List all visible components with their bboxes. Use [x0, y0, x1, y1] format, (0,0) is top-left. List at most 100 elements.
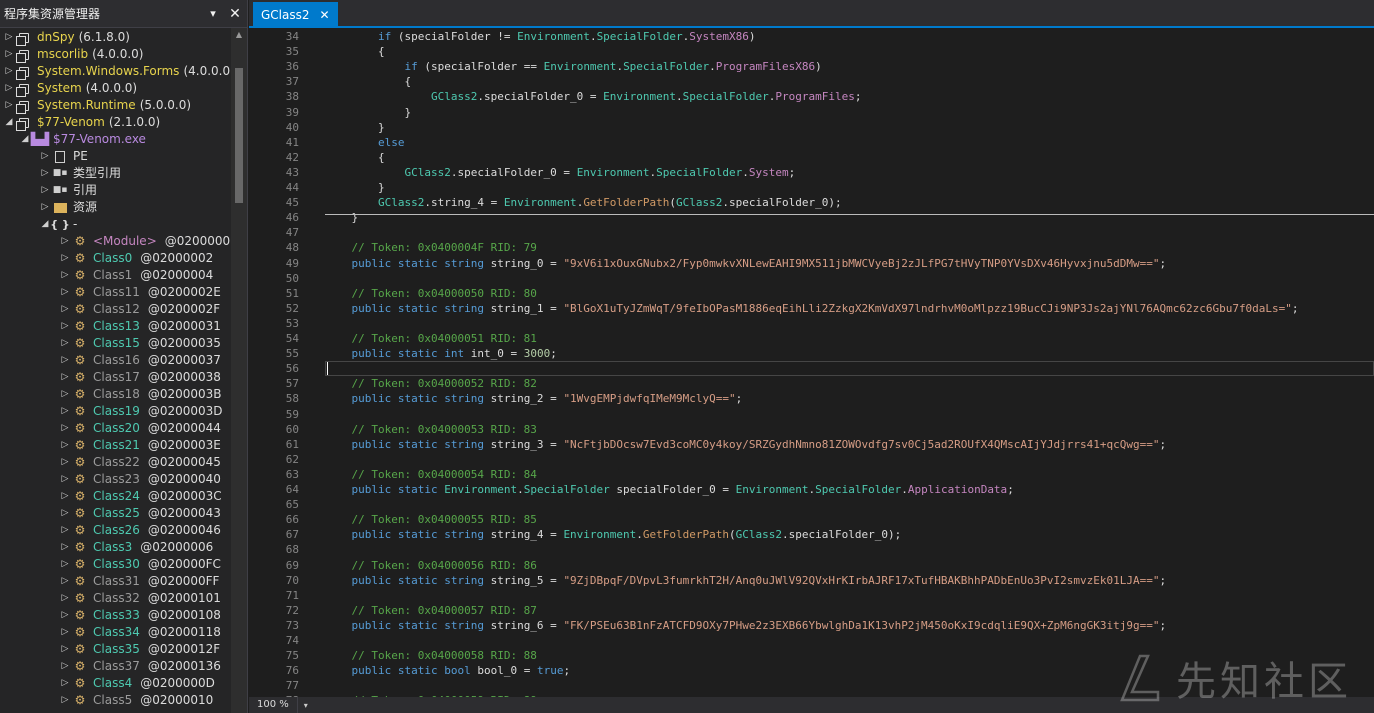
tree-item-class[interactable]: ▷ ⚙ Class35 @0200012F	[60, 641, 221, 658]
tree-item-class[interactable]: ▷ ⚙ Class33 @02000108	[60, 607, 221, 624]
tree-item-class[interactable]: ▷ ⚙ Class17 @02000038	[60, 369, 221, 386]
tree-item-class[interactable]: ▷ ⚙ Class31 @020000FF	[60, 573, 220, 590]
collapsed-arrow-icon[interactable]: ▷	[60, 471, 70, 488]
tree-item-module[interactable]: ◢ ▙▟ $77-Venom.exe	[20, 131, 150, 148]
collapsed-arrow-icon[interactable]: ▷	[4, 46, 14, 63]
collapsed-arrow-icon[interactable]: ▷	[60, 250, 70, 267]
tree-item-class[interactable]: ▷ ⚙ Class20 @02000044	[60, 420, 221, 437]
collapsed-arrow-icon[interactable]: ▷	[40, 182, 50, 199]
collapsed-arrow-icon[interactable]: ▷	[60, 335, 70, 352]
tree-item-detail: @02000031	[147, 319, 221, 333]
tree-item-module-child[interactable]: ▷ ■▪ 类型引用	[40, 165, 125, 182]
collapsed-arrow-icon[interactable]: ▷	[60, 641, 70, 658]
tree-item-module-child[interactable]: ▷ 资源	[40, 199, 101, 216]
collapsed-arrow-icon[interactable]: ▷	[60, 692, 70, 709]
collapsed-arrow-icon[interactable]: ▷	[60, 573, 70, 590]
tab-gclass2[interactable]: GClass2 ✕	[253, 2, 338, 28]
collapsed-arrow-icon[interactable]: ▷	[4, 97, 14, 114]
tree-item-assembly[interactable]: ▷ System (4.0.0.0)	[4, 80, 137, 97]
collapsed-arrow-icon[interactable]: ▷	[60, 267, 70, 284]
tree-item-class[interactable]: ▷ ⚙ Class26 @02000046	[60, 522, 221, 539]
tree-item-class[interactable]: ▷ ⚙ Class15 @02000035	[60, 335, 221, 352]
tree-item-namespace[interactable]: ◢{ } -	[40, 216, 81, 233]
tree-item-assembly[interactable]: ◢ $77-Venom (2.1.0.0)	[4, 114, 160, 131]
tree-item-class[interactable]: ▷ ⚙ Class34 @02000118	[60, 624, 221, 641]
chevron-down-icon[interactable]: ▾	[205, 6, 221, 22]
tree-item-class[interactable]: ▷ ⚙ Class21 @0200003E	[60, 437, 221, 454]
collapsed-arrow-icon[interactable]: ▷	[40, 199, 50, 216]
collapsed-arrow-icon[interactable]: ▷	[40, 165, 50, 182]
collapsed-arrow-icon[interactable]: ▷	[60, 539, 70, 556]
code-area[interactable]: if (specialFolder != Environment.Special…	[325, 30, 1374, 697]
zoom-dropdown-icon[interactable]: ▾	[304, 701, 308, 710]
expanded-arrow-icon[interactable]: ◢	[20, 131, 30, 148]
collapsed-arrow-icon[interactable]: ▷	[60, 556, 70, 573]
tree-item-class[interactable]: ▷ ⚙ Class16 @02000037	[60, 352, 221, 369]
tree-item-assembly[interactable]: ▷ mscorlib (4.0.0.0)	[4, 46, 143, 63]
tree-item-class[interactable]: ▷ ⚙ Class32 @02000101	[60, 590, 221, 607]
tree-item-class[interactable]: ▷ ⚙ Class25 @02000043	[60, 505, 221, 522]
collapsed-arrow-icon[interactable]: ▷	[60, 420, 70, 437]
collapsed-arrow-icon[interactable]: ▷	[60, 284, 70, 301]
close-tab-icon[interactable]: ✕	[320, 8, 330, 22]
editor-tab-bar: GClass2 ✕	[249, 0, 1374, 28]
collapsed-arrow-icon[interactable]: ▷	[60, 522, 70, 539]
tree-item-detail: @02000118	[147, 625, 221, 639]
tree-item-module-child[interactable]: ▷ ■▪ 引用	[40, 182, 101, 199]
collapsed-arrow-icon[interactable]: ▷	[60, 369, 70, 386]
collapsed-arrow-icon[interactable]: ▷	[40, 148, 50, 165]
tree-item-class[interactable]: ▷ ⚙ Class3 @02000006	[60, 539, 214, 556]
collapsed-arrow-icon[interactable]: ▷	[4, 80, 14, 97]
collapsed-arrow-icon[interactable]: ▷	[60, 352, 70, 369]
collapsed-arrow-icon[interactable]: ▷	[4, 29, 14, 46]
scroll-up-icon[interactable]: ▲	[231, 28, 247, 42]
collapsed-arrow-icon[interactable]: ▷	[60, 403, 70, 420]
tree-item-label: Class35	[93, 642, 140, 656]
close-icon[interactable]: ✕	[227, 6, 243, 22]
tree-item-class[interactable]: ▷ ⚙ Class5 @02000010	[60, 692, 214, 709]
scrollbar-thumb[interactable]	[235, 68, 243, 203]
expanded-arrow-icon[interactable]: ◢	[4, 114, 14, 131]
tree-item-class[interactable]: ▷ ⚙ Class19 @0200003D	[60, 403, 223, 420]
collapsed-arrow-icon[interactable]: ▷	[60, 624, 70, 641]
tree-item-class[interactable]: ▷ ⚙ Class12 @0200002F	[60, 301, 221, 318]
collapsed-arrow-icon[interactable]: ▷	[60, 454, 70, 471]
expanded-arrow-icon[interactable]: ◢	[40, 216, 50, 233]
collapsed-arrow-icon[interactable]: ▷	[60, 233, 70, 250]
tree-item-class[interactable]: ▷ ⚙ Class30 @020000FC	[60, 556, 221, 573]
tree-item-assembly[interactable]: ▷ dnSpy (6.1.8.0)	[4, 29, 130, 46]
collapsed-arrow-icon[interactable]: ▷	[60, 590, 70, 607]
tree-item-class[interactable]: ▷ ⚙ Class4 @0200000D	[60, 675, 215, 692]
code-editor[interactable]: 34 35 36 37 38 39 40 41 42 43 44 45 46 47 48 49 50 51 52 53…	[249, 30, 1374, 697]
tree-item-class[interactable]: ▷ ⚙ Class1 @02000004	[60, 267, 214, 284]
collapsed-arrow-icon[interactable]: ▷	[60, 301, 70, 318]
collapsed-arrow-icon[interactable]: ▷	[60, 607, 70, 624]
tree-item-detail: (6.1.8.0)	[78, 30, 130, 44]
tree-item-class[interactable]: ▷ ⚙ Class13 @02000031	[60, 318, 221, 335]
line-number: 45	[285, 196, 299, 210]
tree-item-class[interactable]: ▷ ⚙ Class24 @0200003C	[60, 488, 222, 505]
tree-item-class[interactable]: ▷ ⚙ Class23 @02000040	[60, 471, 221, 488]
tree-item-module-child[interactable]: ▷ PE	[40, 148, 92, 165]
tree-item-label: 引用	[73, 183, 98, 197]
tree-item-class[interactable]: ▷ ⚙ Class37 @02000136	[60, 658, 221, 675]
collapsed-arrow-icon[interactable]: ▷	[4, 63, 14, 80]
tree-item-assembly[interactable]: ▷ System.Windows.Forms (4.0.0.0)	[4, 63, 232, 80]
tree-item-assembly[interactable]: ▷ System.Runtime (5.0.0.0)	[4, 97, 191, 114]
vertical-scrollbar[interactable]: ▲	[231, 28, 247, 713]
tree-item-class[interactable]: ▷ ⚙ Class18 @0200003B	[60, 386, 222, 403]
collapsed-arrow-icon[interactable]: ▷	[60, 505, 70, 522]
collapsed-arrow-icon[interactable]: ▷	[60, 488, 70, 505]
assembly-tree[interactable]: ▷ dnSpy (6.1.8.0) ▷ mscorlib (4.0.0.0) ▷ System…	[0, 28, 232, 713]
collapsed-arrow-icon[interactable]: ▷	[60, 318, 70, 335]
zoom-level[interactable]: 100 %	[249, 697, 298, 713]
line-number: 34	[285, 30, 299, 43]
tree-item-class[interactable]: ▷ ⚙ <Module> @02000001	[60, 233, 232, 250]
tree-item-class[interactable]: ▷ ⚙ Class0 @02000002	[60, 250, 214, 267]
collapsed-arrow-icon[interactable]: ▷	[60, 675, 70, 692]
collapsed-arrow-icon[interactable]: ▷	[60, 386, 70, 403]
tree-item-class[interactable]: ▷ ⚙ Class11 @0200002E	[60, 284, 221, 301]
collapsed-arrow-icon[interactable]: ▷	[60, 658, 70, 675]
collapsed-arrow-icon[interactable]: ▷	[60, 437, 70, 454]
tree-item-class[interactable]: ▷ ⚙ Class22 @02000045	[60, 454, 221, 471]
